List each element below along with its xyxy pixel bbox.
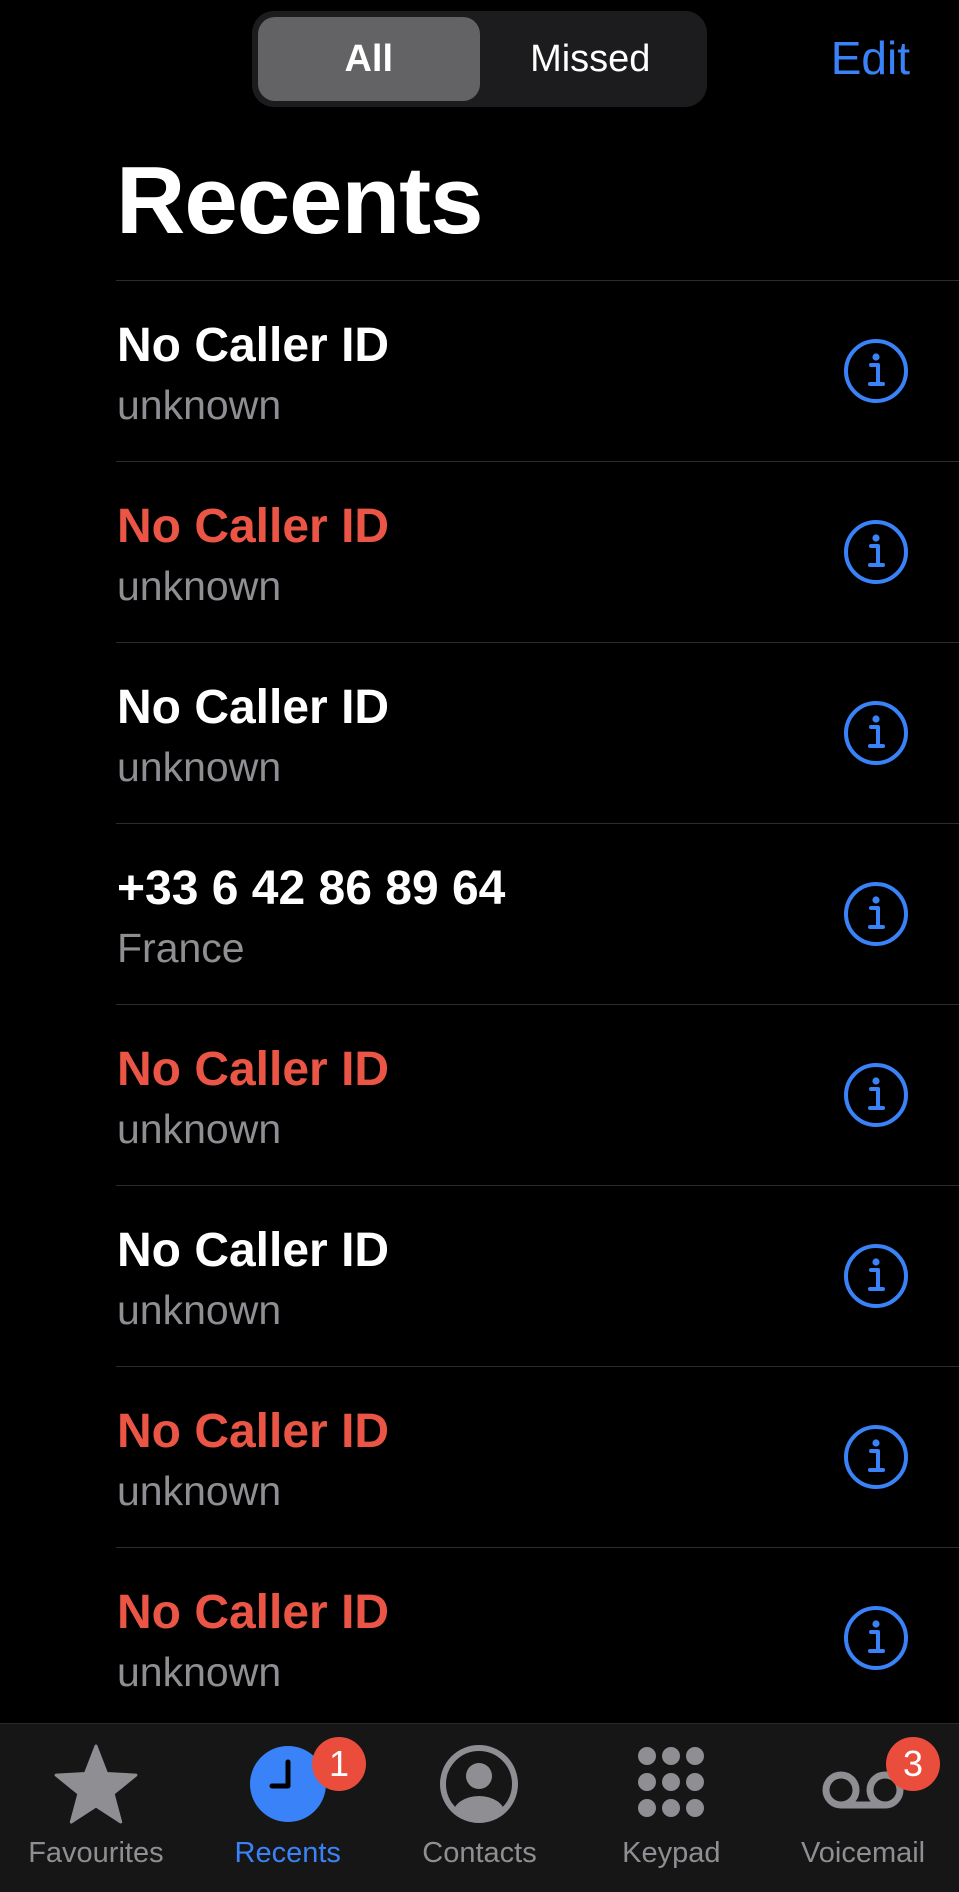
tab-label: Voicemail — [801, 1837, 926, 1869]
caller-detail: unknown — [117, 563, 282, 609]
tab-label: Recents — [234, 1837, 341, 1869]
star-icon — [54, 1742, 138, 1826]
caller-name: No Caller ID — [117, 319, 390, 372]
caller-name: No Caller ID — [117, 1586, 390, 1639]
segment-missed[interactable]: Missed — [480, 17, 702, 101]
voicemail-badge: 3 — [886, 1737, 940, 1791]
caller-name: No Caller ID — [117, 500, 390, 553]
caller-name: No Caller ID — [117, 1405, 390, 1458]
info-icon[interactable] — [843, 1605, 909, 1671]
info-icon[interactable] — [843, 881, 909, 947]
caller-name: +33 6 42 86 89 64 — [117, 862, 506, 915]
caller-detail: unknown — [117, 382, 282, 428]
tab-bar: Favourites Recents Contacts Keypad Voice… — [0, 1723, 959, 1892]
call-row[interactable]: No Caller ID unknown — [0, 1004, 959, 1185]
caller-detail: France — [117, 925, 245, 971]
caller-detail: unknown — [117, 1468, 282, 1514]
person-circle-icon — [437, 1742, 521, 1826]
segment-all[interactable]: All — [258, 17, 480, 101]
tab-label: Keypad — [622, 1837, 721, 1869]
tab-keypad[interactable]: Keypad — [575, 1724, 767, 1892]
recents-list: No Caller ID unknown No Caller ID unknow… — [0, 280, 959, 1728]
caller-name: No Caller ID — [117, 1224, 390, 1277]
tab-label: Contacts — [422, 1837, 537, 1869]
caller-detail: unknown — [117, 744, 282, 790]
recents-badge: 1 — [312, 1737, 366, 1791]
caller-name: No Caller ID — [117, 681, 390, 734]
info-icon[interactable] — [843, 1243, 909, 1309]
caller-detail: unknown — [117, 1106, 282, 1152]
info-icon[interactable] — [843, 700, 909, 766]
call-row[interactable]: No Caller ID unknown — [0, 1547, 959, 1728]
tab-favourites[interactable]: Favourites — [0, 1724, 192, 1892]
call-row[interactable]: No Caller ID unknown — [0, 280, 959, 461]
page-title: Recents — [116, 147, 483, 254]
filter-segmented-control: All Missed — [252, 11, 707, 107]
info-icon[interactable] — [843, 338, 909, 404]
tab-label: Favourites — [28, 1837, 164, 1869]
call-row[interactable]: No Caller ID unknown — [0, 461, 959, 642]
caller-detail: unknown — [117, 1649, 282, 1695]
info-icon[interactable] — [843, 1424, 909, 1490]
call-row[interactable]: +33 6 42 86 89 64 France — [0, 823, 959, 1004]
call-row[interactable]: No Caller ID unknown — [0, 642, 959, 823]
call-row[interactable]: No Caller ID unknown — [0, 1185, 959, 1366]
caller-name: No Caller ID — [117, 1043, 390, 1096]
edit-button[interactable]: Edit — [831, 28, 910, 88]
caller-detail: unknown — [117, 1287, 282, 1333]
call-row[interactable]: No Caller ID unknown — [0, 1366, 959, 1547]
info-icon[interactable] — [843, 519, 909, 585]
keypad-icon — [629, 1742, 713, 1826]
info-icon[interactable] — [843, 1062, 909, 1128]
tab-contacts[interactable]: Contacts — [384, 1724, 576, 1892]
